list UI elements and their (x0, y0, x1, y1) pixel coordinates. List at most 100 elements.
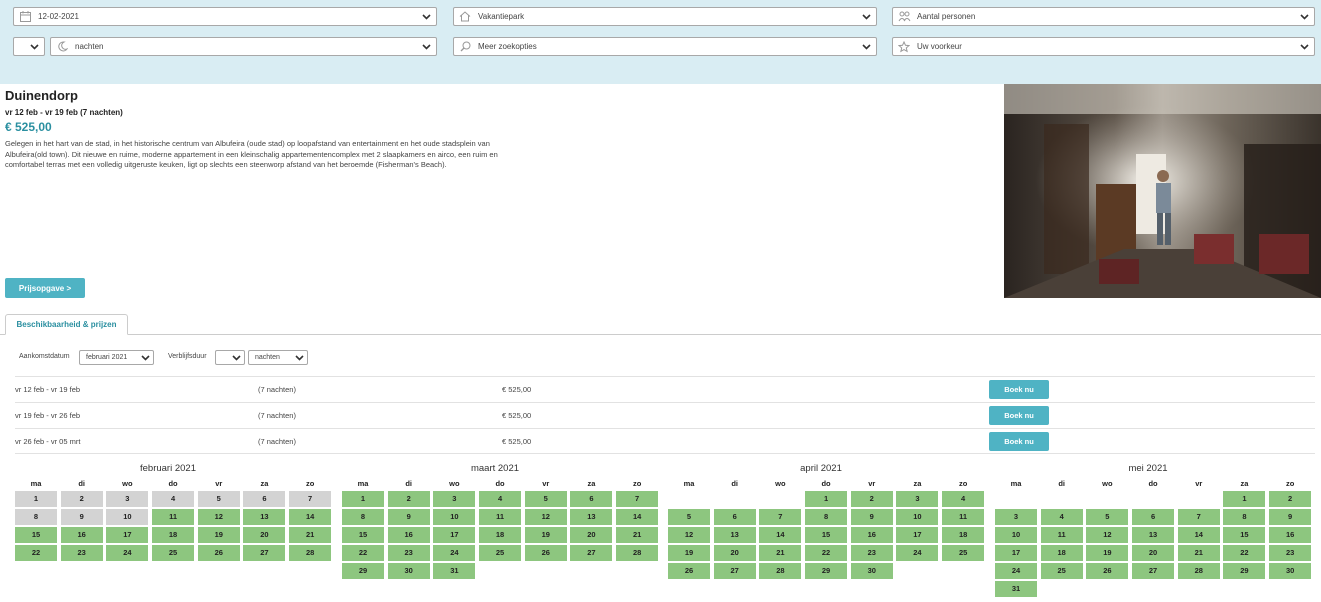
arrival-select[interactable]: februari 2021 (79, 350, 154, 365)
calendar-day-available[interactable]: 31 (995, 581, 1037, 597)
duration-unit-select[interactable]: nachten (248, 350, 308, 365)
calendar-day-available[interactable]: 3 (896, 491, 939, 507)
calendar-day-available[interactable]: 24 (433, 545, 476, 561)
calendar-day-available[interactable]: 6 (570, 491, 613, 507)
calendar-day-available[interactable]: 23 (387, 545, 430, 561)
calendar-day-available[interactable]: 28 (1177, 563, 1220, 579)
calendar-day-available[interactable]: 2 (1269, 491, 1312, 507)
calendar-day-available[interactable]: 27 (1132, 563, 1175, 579)
calendar-day-available[interactable]: 22 (15, 545, 57, 561)
calendar-day-available[interactable]: 30 (1269, 563, 1312, 579)
calendar-day-available[interactable]: 13 (1132, 527, 1175, 543)
calendar-day-available[interactable]: 20 (1132, 545, 1175, 561)
calendar-day-available[interactable]: 20 (713, 545, 756, 561)
calendar-day-available[interactable]: 25 (942, 545, 985, 561)
date-select[interactable]: 12-02-2021 (13, 7, 437, 26)
calendar-day-available[interactable]: 17 (433, 527, 476, 543)
calendar-day-available[interactable]: 2 (387, 491, 430, 507)
preference-select[interactable]: Uw voorkeur (892, 37, 1315, 56)
calendar-day-available[interactable]: 28 (616, 545, 659, 561)
calendar-day-available[interactable]: 18 (942, 527, 985, 543)
persons-select[interactable]: Aantal personen (892, 7, 1315, 26)
calendar-day-available[interactable]: 22 (1223, 545, 1266, 561)
calendar-day-available[interactable]: 10 (433, 509, 476, 525)
calendar-day-available[interactable]: 8 (342, 509, 384, 525)
calendar-day-available[interactable]: 5 (1086, 509, 1129, 525)
calendar-day-available[interactable]: 3 (995, 509, 1037, 525)
calendar-day-available[interactable]: 17 (995, 545, 1037, 561)
calendar-day-available[interactable]: 21 (759, 545, 802, 561)
calendar-day-available[interactable]: 12 (668, 527, 710, 543)
calendar-day-available[interactable]: 19 (1086, 545, 1129, 561)
calendar-day-available[interactable]: 26 (668, 563, 710, 579)
calendar-day-available[interactable]: 14 (616, 509, 659, 525)
calendar-day-available[interactable]: 25 (152, 545, 195, 561)
calendar-day-available[interactable]: 17 (896, 527, 939, 543)
calendar-day-available[interactable]: 9 (1269, 509, 1312, 525)
calendar-day-available[interactable]: 15 (15, 527, 57, 543)
calendar-day-available[interactable]: 4 (479, 491, 522, 507)
calendar-day-available[interactable]: 23 (60, 545, 103, 561)
calendar-day-available[interactable]: 1 (342, 491, 384, 507)
calendar-day-available[interactable]: 18 (1040, 545, 1083, 561)
calendar-day-available[interactable]: 27 (243, 545, 286, 561)
calendar-day-available[interactable]: 30 (387, 563, 430, 579)
calendar-day-available[interactable]: 14 (759, 527, 802, 543)
calendar-day-available[interactable]: 18 (479, 527, 522, 543)
calendar-day-available[interactable]: 2 (850, 491, 893, 507)
calendar-day-available[interactable]: 19 (524, 527, 567, 543)
calendar-day-available[interactable]: 13 (243, 509, 286, 525)
calendar-day-available[interactable]: 16 (60, 527, 103, 543)
calendar-day-available[interactable]: 19 (197, 527, 240, 543)
calendar-day-available[interactable]: 15 (1223, 527, 1266, 543)
calendar-day-available[interactable]: 17 (106, 527, 149, 543)
calendar-day-available[interactable]: 24 (896, 545, 939, 561)
calendar-day-available[interactable]: 16 (850, 527, 893, 543)
type-select[interactable]: Vakantiepark (453, 7, 877, 26)
calendar-day-available[interactable]: 9 (387, 509, 430, 525)
calendar-day-available[interactable]: 18 (152, 527, 195, 543)
calendar-day-available[interactable]: 15 (342, 527, 384, 543)
quote-button[interactable]: Prijsopgave > (5, 278, 85, 298)
calendar-day-available[interactable]: 6 (713, 509, 756, 525)
calendar-day-available[interactable]: 10 (995, 527, 1037, 543)
calendar-day-available[interactable]: 13 (713, 527, 756, 543)
calendar-day-available[interactable]: 7 (759, 509, 802, 525)
calendar-day-available[interactable]: 15 (805, 527, 848, 543)
calendar-day-available[interactable]: 30 (850, 563, 893, 579)
calendar-day-available[interactable]: 11 (479, 509, 522, 525)
calendar-day-available[interactable]: 25 (1040, 563, 1083, 579)
calendar-day-available[interactable]: 20 (570, 527, 613, 543)
calendar-day-available[interactable]: 28 (759, 563, 802, 579)
calendar-day-available[interactable]: 7 (616, 491, 659, 507)
calendar-day-available[interactable]: 11 (942, 509, 985, 525)
tab-availability[interactable]: Beschikbaarheid & prijzen (5, 314, 128, 335)
calendar-day-available[interactable]: 24 (995, 563, 1037, 579)
calendar-day-available[interactable]: 29 (805, 563, 848, 579)
calendar-day-available[interactable]: 23 (1269, 545, 1312, 561)
calendar-day-available[interactable]: 11 (152, 509, 195, 525)
calendar-day-available[interactable]: 22 (805, 545, 848, 561)
calendar-day-available[interactable]: 4 (1040, 509, 1083, 525)
calendar-day-available[interactable]: 21 (289, 527, 332, 543)
calendar-day-available[interactable]: 31 (433, 563, 476, 579)
nights-count-select[interactable] (13, 37, 45, 56)
calendar-day-available[interactable]: 14 (1177, 527, 1220, 543)
calendar-day-available[interactable]: 6 (1132, 509, 1175, 525)
calendar-day-available[interactable]: 14 (289, 509, 332, 525)
calendar-day-available[interactable]: 29 (342, 563, 384, 579)
calendar-day-available[interactable]: 5 (524, 491, 567, 507)
calendar-day-available[interactable]: 8 (1223, 509, 1266, 525)
calendar-day-available[interactable]: 26 (1086, 563, 1129, 579)
calendar-day-available[interactable]: 1 (805, 491, 848, 507)
calendar-day-available[interactable]: 28 (289, 545, 332, 561)
calendar-day-available[interactable]: 25 (479, 545, 522, 561)
calendar-day-available[interactable]: 21 (616, 527, 659, 543)
calendar-day-available[interactable]: 12 (524, 509, 567, 525)
calendar-day-available[interactable]: 12 (1086, 527, 1129, 543)
duration-count-select[interactable] (215, 350, 245, 365)
book-now-button[interactable]: Boek nu (989, 432, 1049, 451)
calendar-day-available[interactable]: 21 (1177, 545, 1220, 561)
calendar-day-available[interactable]: 13 (570, 509, 613, 525)
calendar-day-available[interactable]: 23 (850, 545, 893, 561)
